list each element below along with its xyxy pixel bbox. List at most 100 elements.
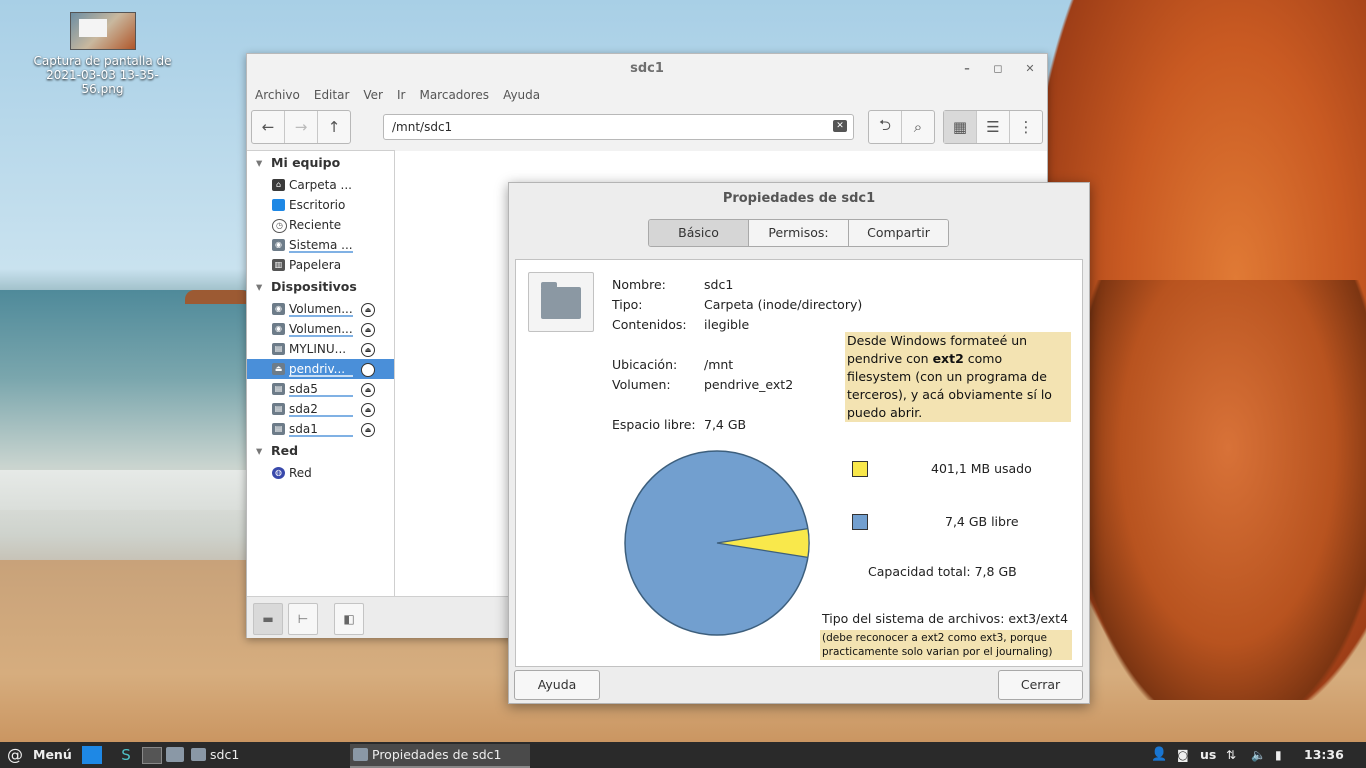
usage-bar [289,435,353,437]
back-button[interactable]: ← [252,111,285,143]
volumen-label: Volumen: [612,377,671,392]
help-button[interactable]: Ayuda [514,670,600,700]
sidebar-item-label: sda1 [289,422,318,436]
eject-icon[interactable]: ⏏ [361,383,375,397]
legend-used-swatch [852,461,868,477]
sidebar-item-mylinux[interactable]: ▤ MYLINU... ⏏ [247,339,394,359]
desktop-icon [272,199,285,211]
task-label: sdc1 [210,747,240,762]
annotation-note-bottom: (debe reconocer a ext2 como ext3, porque… [820,630,1072,660]
menu-ver[interactable]: Ver [363,88,383,102]
sidebar-item-volume-2[interactable]: ◉ Volumen... ⏏ [247,319,394,339]
eject-icon[interactable]: ⏏ [361,403,375,417]
arrow-left-icon: ← [261,118,275,136]
up-button[interactable]: ↑ [318,111,350,143]
browser-icon[interactable]: S [116,742,136,768]
annotation-note-top: Desde Windows formateé un pendrive con e… [845,332,1071,422]
desktop-file-label: Captura de pantalla de 2021-03-03 13-35-… [33,54,172,96]
show-desktop-icon[interactable] [82,746,102,764]
sidebar-item-pendrive[interactable]: ⏏ pendriv... ⏏ [247,359,394,379]
compact-view-button[interactable]: ⋮ [1010,111,1042,143]
tool-buttons: ⮌ ⌕ [868,110,935,144]
icon-view-button[interactable]: ▦ [944,111,977,143]
sidebar-item-sda2[interactable]: ▤ sda2 ⏏ [247,399,394,419]
minimize-button[interactable]: – [957,54,977,84]
sidebar-item-sda1[interactable]: ▤ sda1 ⏏ [247,419,394,439]
location-field[interactable]: /mnt/sdc1 ✕ [383,114,854,140]
drive-icon: ◉ [272,239,285,251]
desktop-file-icon[interactable]: Captura de pantalla de 2021-03-03 13-35-… [30,12,175,96]
clock[interactable]: 13:36 [1304,742,1344,768]
sidebar-item-label: pendriv... [289,362,346,376]
folder-icon-button[interactable] [528,272,594,332]
menu-ir[interactable]: Ir [397,88,405,102]
eject-icon[interactable]: ⏏ [361,303,375,317]
sidebar-item-home[interactable]: ⌂ Carpeta ... [247,175,394,195]
sidebar-item-filesystem[interactable]: ◉ Sistema ... [247,235,394,255]
legend-free-label: 7,4 GB libre [945,514,1019,529]
section-mi-equipo[interactable]: Mi equipo [247,151,394,175]
eject-icon[interactable]: ⏏ [361,423,375,437]
sidebar-item-network[interactable]: ◍ Red [247,463,394,483]
sidebar-item-sda5[interactable]: ▤ sda5 ⏏ [247,379,394,399]
tab-permisos[interactable]: Permisos: [749,220,849,246]
user-icon[interactable]: 👤 [1151,742,1167,768]
menu-marcadores[interactable]: Marcadores [419,88,489,102]
sidebar-item-volume-1[interactable]: ◉ Volumen... ⏏ [247,299,394,319]
drive-icon: ◉ [272,323,285,335]
menu-ayuda[interactable]: Ayuda [503,88,540,102]
folder-icon [353,748,368,761]
close-dialog-button[interactable]: Cerrar [998,670,1083,700]
clear-icon[interactable]: ✕ [833,120,847,132]
files-icon[interactable] [166,747,184,762]
search-button[interactable]: ⌕ [902,111,934,143]
debian-swirl-icon[interactable]: @ [4,742,26,768]
tree-button[interactable]: ⊢ [288,603,318,635]
list-view-button[interactable]: ☰ [977,111,1010,143]
close-button[interactable]: ✕ [1020,54,1040,84]
nav-buttons: ← → ↑ [251,110,351,144]
sidebar-item-label: MYLINU... [289,342,347,356]
toggle-location-button[interactable]: ⮌ [869,111,902,143]
espacio-label: Espacio libre: [612,417,696,432]
sidebar-item-label: Volumen... [289,302,353,316]
usage-bar [289,395,353,397]
drive-tray-icon[interactable]: ◙ [1177,742,1189,768]
tab-compartir[interactable]: Compartir [849,220,948,246]
menu-button[interactable]: Menú [33,742,72,768]
arrow-right-icon: → [294,118,308,136]
sidebar-item-recent[interactable]: ◷ Reciente [247,215,394,235]
window-titlebar[interactable]: sdc1 – ◻ ✕ [247,54,1047,84]
places-button[interactable]: ▬ [253,603,283,635]
eject-icon[interactable]: ⏏ [361,343,375,357]
task-sdc1[interactable]: sdc1 [188,744,360,766]
keyboard-layout[interactable]: us [1200,742,1216,768]
forward-button[interactable]: → [285,111,318,143]
sidebar-item-desktop[interactable]: Escritorio [247,195,394,215]
battery-icon[interactable]: ▮ [1275,742,1282,768]
tab-basico[interactable]: Básico [649,220,749,246]
nombre-value: sdc1 [704,277,734,292]
maximize-button[interactable]: ◻ [988,54,1008,84]
basic-panel: Nombre: sdc1 Tipo: Carpeta (inode/direct… [515,259,1083,667]
section-dispositivos[interactable]: Dispositivos [247,275,394,299]
menu-archivo[interactable]: Archivo [255,88,300,102]
eject-icon[interactable]: ⏏ [361,323,375,337]
sidebar-toggle-icon: ◧ [343,612,355,626]
sidebar-item-label: Papelera [289,258,342,272]
list-icon: ☰ [986,118,1000,136]
home-icon: ⌂ [272,179,285,191]
legend-used-label: 401,1 MB usado [931,461,1032,476]
usage-bar [289,335,353,337]
network-tray-icon[interactable]: ⇅ [1226,742,1236,768]
menu-editar[interactable]: Editar [314,88,350,102]
task-properties[interactable]: Propiedades de sdc1 [350,744,530,768]
tab-bar: Básico Permisos: Compartir [648,219,949,247]
eject-icon[interactable]: ⏏ [361,363,375,377]
window-title: sdc1 [630,61,664,76]
terminal-icon[interactable] [142,747,162,764]
section-red[interactable]: Red [247,439,394,463]
toggle-sidebar-button[interactable]: ◧ [334,603,364,635]
volume-icon[interactable]: 🔈 [1251,742,1266,768]
sidebar-item-trash[interactable]: ▥ Papelera [247,255,394,275]
